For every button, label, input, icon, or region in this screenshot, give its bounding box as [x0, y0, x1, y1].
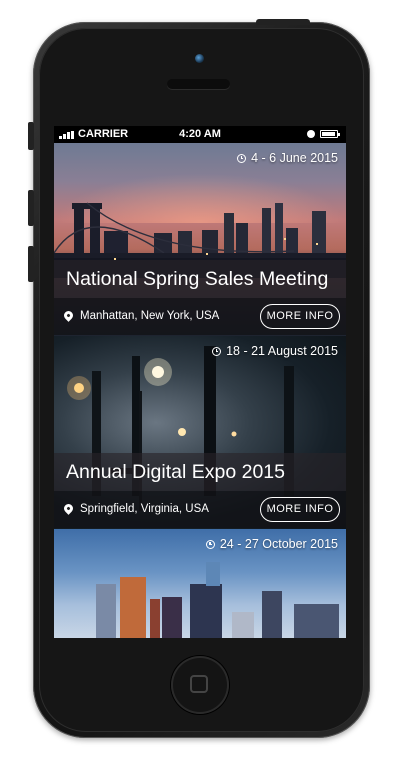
event-date-text: 18 - 21 August 2015 [226, 344, 338, 358]
event-card[interactable]: 18 - 21 August 2015 Annual Digital Expo … [54, 336, 346, 529]
event-date: 18 - 21 August 2015 [212, 344, 338, 358]
alarm-icon [307, 130, 315, 138]
home-square-icon [190, 675, 208, 693]
event-date-text: 4 - 6 June 2015 [251, 151, 338, 165]
front-camera [195, 54, 204, 63]
clock-icon [237, 153, 247, 163]
event-info-row: Manhattan, New York, USA MORE INFO [54, 298, 346, 335]
event-title: Annual Digital Expo 2015 [54, 453, 346, 491]
more-info-button[interactable]: MORE INFO [260, 304, 340, 329]
earpiece-speaker [167, 79, 230, 89]
mute-switch [28, 122, 34, 150]
clock-icon [212, 346, 222, 356]
volume-up-button [28, 190, 34, 226]
event-location: Manhattan, New York, USA [80, 310, 220, 322]
event-date: 24 - 27 October 2015 [205, 537, 338, 551]
screen: CARRIER 4:20 AM 4 - 6 June 2015 National… [54, 126, 346, 638]
location-pin-icon [62, 309, 75, 322]
event-card[interactable]: 4 - 6 June 2015 National Spring Sales Me… [54, 143, 346, 336]
more-info-button[interactable]: MORE INFO [260, 497, 340, 522]
volume-down-button [28, 246, 34, 282]
event-location: Springfield, Virginia, USA [80, 503, 209, 515]
event-card[interactable]: 24 - 27 October 2015 [54, 529, 346, 638]
event-date: 4 - 6 June 2015 [237, 151, 338, 165]
event-date-text: 24 - 27 October 2015 [219, 537, 338, 551]
location-pin-icon [62, 502, 75, 515]
status-bar: CARRIER 4:20 AM [54, 126, 346, 143]
event-info-row: Springfield, Virginia, USA MORE INFO [54, 491, 346, 528]
event-title: National Spring Sales Meeting [54, 260, 346, 298]
status-time: 4:20 AM [179, 128, 221, 140]
battery-icon [320, 130, 340, 138]
clock-icon [205, 539, 215, 549]
power-button [256, 19, 310, 25]
